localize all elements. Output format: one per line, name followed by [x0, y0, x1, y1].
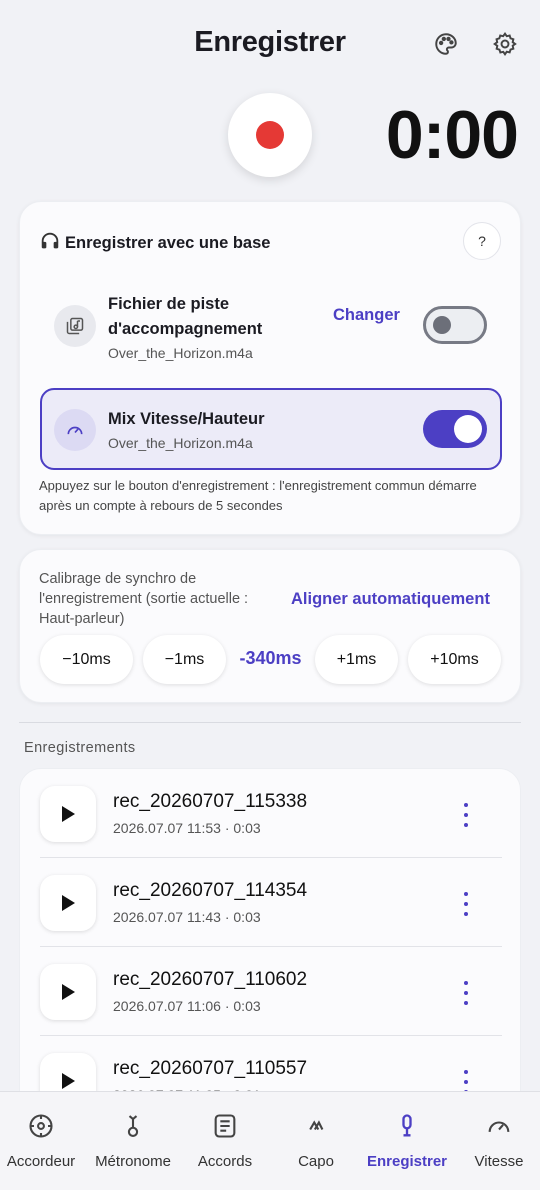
mix-toggle[interactable] — [423, 410, 487, 448]
list-item[interactable]: rec_20260707_110602 2026.07.07 11:06 · 0… — [20, 947, 520, 1036]
backing-track-card: Enregistrer avec une base ? Fichier de p… — [19, 201, 521, 535]
recording-name: rec_20260707_110602 — [113, 969, 308, 990]
more-options-icon[interactable] — [458, 981, 474, 1005]
auto-align-button[interactable]: Aligner automatiquement — [291, 590, 490, 609]
minus-10ms-button[interactable]: −10ms — [40, 635, 133, 684]
gear-icon[interactable] — [490, 29, 520, 59]
change-track-button[interactable]: Changer — [333, 306, 400, 325]
headphones-icon — [39, 230, 61, 257]
play-button[interactable] — [40, 786, 96, 842]
recording-name: rec_20260707_110557 — [113, 1058, 308, 1079]
play-button[interactable] — [40, 964, 96, 1020]
recording-meta: 2026.07.07 11:06 · 0:03 — [113, 998, 261, 1014]
backing-track-label: Fichier de piste d'accompagnement — [108, 295, 263, 338]
nav-label: Capo — [298, 1153, 334, 1170]
app-header: Enregistrer — [0, 0, 540, 90]
speed-gauge-icon — [54, 409, 96, 451]
nav-label: Enregistrer — [366, 1153, 448, 1170]
play-button[interactable] — [40, 875, 96, 931]
backing-track-file: Over_the_Horizon.m4a — [108, 345, 253, 361]
minus-1ms-button[interactable]: −1ms — [143, 635, 226, 684]
sync-calibration-card: Calibrage de synchro de l'enregistrement… — [19, 549, 521, 703]
recording-meta: 2026.07.07 11:53 · 0:03 — [113, 820, 261, 836]
nav-item-metronome[interactable]: Métronome — [88, 1092, 178, 1190]
backing-title: Enregistrer avec une base — [39, 230, 270, 257]
play-icon — [62, 806, 75, 822]
palette-icon[interactable] — [431, 29, 461, 59]
recording-name: rec_20260707_115338 — [113, 791, 308, 812]
capo-icon — [276, 1112, 356, 1142]
recording-timer: 0:00 — [385, 97, 519, 173]
more-options-icon[interactable] — [458, 803, 474, 827]
metronome-icon — [88, 1112, 178, 1142]
play-icon — [62, 984, 75, 1000]
backing-track-toggle[interactable] — [423, 306, 487, 344]
nav-label: Accords — [197, 1153, 253, 1170]
mix-file: Over_the_Horizon.m4a — [108, 435, 253, 451]
record-button[interactable] — [228, 93, 312, 177]
calibration-description: Calibrage de synchro de l'enregistrement… — [39, 571, 249, 627]
nav-item-capo[interactable]: Capo — [276, 1092, 356, 1190]
recordings-label: Enregistrements — [24, 740, 136, 756]
mix-speed-pitch-row: Mix Vitesse/Hauteur Over_the_Horizon.m4a — [40, 388, 502, 470]
list-item[interactable]: rec_20260707_114354 2026.07.07 11:43 · 0… — [20, 858, 520, 947]
tuner-icon — [0, 1112, 82, 1142]
nav-item-chords[interactable]: Accords — [182, 1092, 268, 1190]
plus-10ms-button[interactable]: +10ms — [408, 635, 501, 684]
speed-icon — [462, 1112, 536, 1142]
nav-label: Métronome — [95, 1153, 171, 1170]
more-options-icon[interactable] — [458, 892, 474, 916]
nav-item-speed[interactable]: Vitesse — [462, 1092, 536, 1190]
bottom-navigation: Accordeur Métronome Accords Capo Enregis… — [0, 1091, 540, 1190]
mic-icon — [362, 1112, 452, 1142]
chords-icon — [182, 1112, 268, 1142]
backing-track-row: Fichier de piste d'accompagnement Over_t… — [40, 288, 502, 374]
recordings-list: rec_20260707_115338 2026.07.07 11:53 · 0… — [19, 768, 521, 1128]
backing-title-label: Enregistrer avec une base — [65, 234, 271, 252]
section-divider — [19, 722, 521, 723]
nav-item-record[interactable]: Enregistrer — [362, 1092, 452, 1190]
plus-1ms-button[interactable]: +1ms — [315, 635, 398, 684]
nav-label: Vitesse — [474, 1153, 524, 1170]
play-icon — [62, 895, 75, 911]
recording-meta: 2026.07.07 11:43 · 0:03 — [113, 909, 261, 925]
play-icon — [62, 1073, 75, 1089]
record-dot-icon — [256, 121, 284, 149]
recording-name: rec_20260707_114354 — [113, 880, 308, 901]
countdown-hint: Appuyez sur le bouton d'enregistrement :… — [39, 478, 477, 513]
help-button[interactable]: ? — [463, 222, 501, 260]
nav-item-tuner[interactable]: Accordeur — [0, 1092, 82, 1190]
list-item[interactable]: rec_20260707_115338 2026.07.07 11:53 · 0… — [20, 769, 520, 858]
sync-offset-value: -340ms — [239, 648, 302, 668]
nav-label: Accordeur — [6, 1153, 76, 1170]
mix-label: Mix Vitesse/Hauteur — [108, 410, 265, 428]
music-file-icon — [54, 305, 96, 347]
